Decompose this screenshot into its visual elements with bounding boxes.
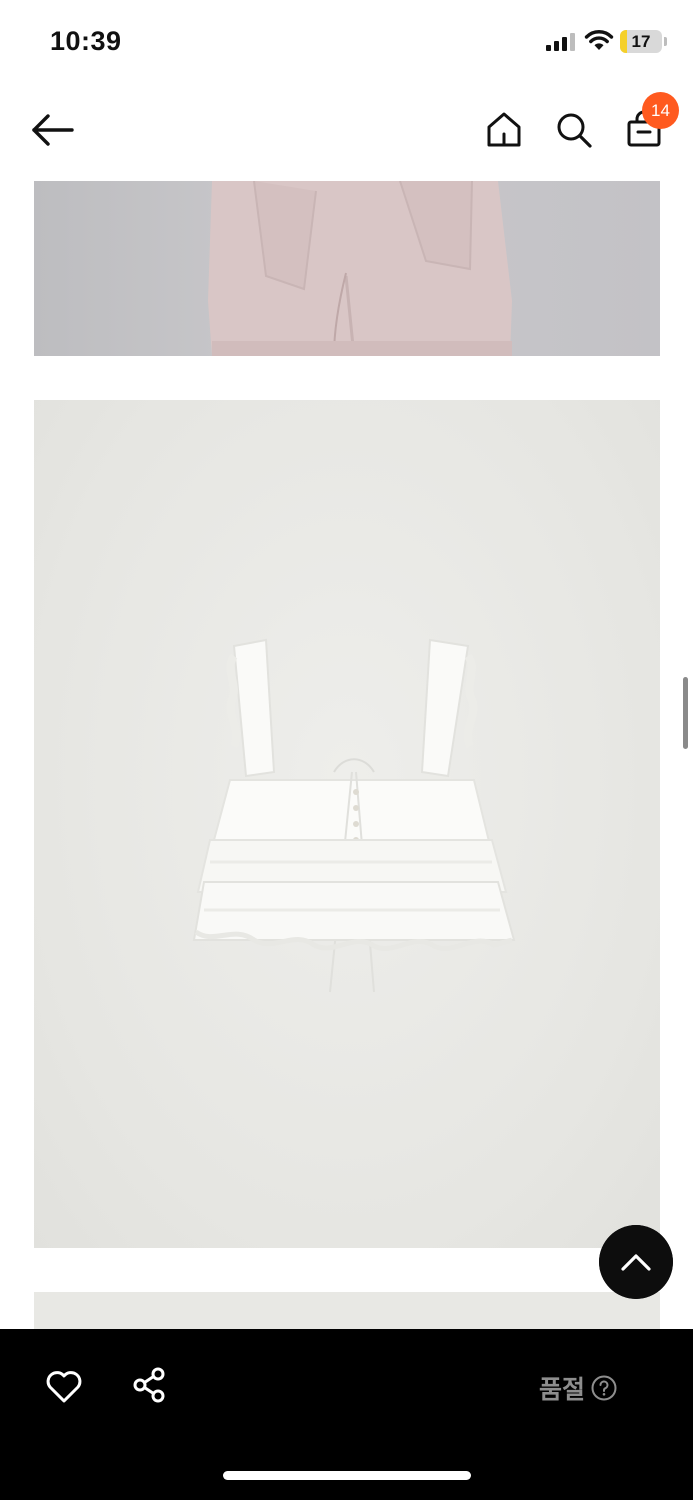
- app-header: [0, 90, 693, 172]
- battery-cap: [664, 37, 667, 46]
- home-icon[interactable]: [484, 110, 524, 150]
- scroll-to-top-button[interactable]: [599, 1225, 673, 1299]
- signal-icon: [546, 33, 575, 51]
- sold-out-label: 품절: [539, 1376, 586, 1404]
- wifi-icon: [584, 30, 614, 50]
- status-time: 10:39: [50, 26, 122, 56]
- help-icon[interactable]: [591, 1375, 617, 1401]
- share-icon[interactable]: [130, 1365, 170, 1405]
- search-icon[interactable]: [554, 110, 594, 150]
- heart-icon[interactable]: [44, 1367, 84, 1405]
- back-arrow-icon[interactable]: [30, 112, 76, 148]
- product-detail-image-ruffle-top: [34, 400, 660, 1248]
- cart-count-badge: 14: [642, 92, 679, 129]
- home-indicator[interactable]: [223, 1471, 471, 1480]
- battery-icon: 17: [620, 30, 662, 53]
- status-bar: 10:39 17: [0, 0, 693, 84]
- ruffle-top-illustration: [192, 638, 516, 993]
- product-detail-image-pants: [34, 181, 660, 356]
- scrollbar[interactable]: [683, 677, 688, 749]
- product-detail-image-next: [34, 1292, 660, 1332]
- home-indicator-area: [0, 1422, 693, 1500]
- pants-illustration: [208, 181, 512, 356]
- battery-level: 17: [631, 32, 651, 51]
- sold-out-status[interactable]: 품절: [539, 1371, 617, 1405]
